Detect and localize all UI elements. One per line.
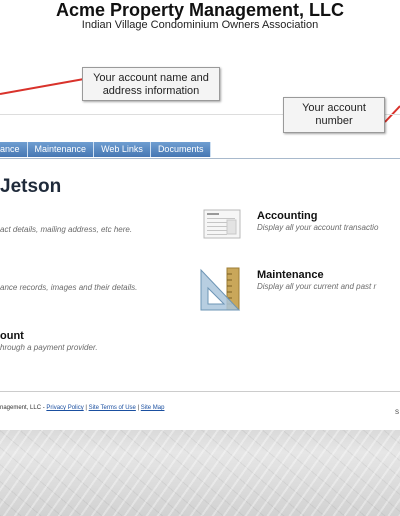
account-link-title[interactable]: ount xyxy=(0,330,24,343)
maintenance-title[interactable]: Maintenance xyxy=(257,269,324,282)
nav-tabs: ance Maintenance Web Links Documents xyxy=(0,142,212,158)
footer-copyright: nagement, LLC - xyxy=(0,405,45,411)
site-map-link[interactable]: Site Map xyxy=(141,405,165,411)
nav-bar: ance Maintenance Web Links Documents xyxy=(0,142,400,159)
footer-right-text: S xyxy=(395,410,400,416)
ruler-triangle-icon xyxy=(200,267,241,311)
accounting-icon xyxy=(203,209,241,239)
privacy-policy-link[interactable]: Privacy Policy xyxy=(46,405,83,411)
site-terms-link[interactable]: Site Terms of Use xyxy=(89,405,136,411)
footer-divider xyxy=(0,391,400,392)
arrow-to-name xyxy=(0,78,85,95)
footer-separator: | xyxy=(137,405,140,411)
maintenance-records-description: ance records, images and their details. xyxy=(0,283,138,292)
contact-description: act details, mailing address, etc here. xyxy=(0,225,133,234)
maintenance-description: Display all your current and past r xyxy=(257,282,377,291)
tab-finance[interactable]: ance xyxy=(0,142,28,157)
tab-maintenance[interactable]: Maintenance xyxy=(27,142,95,157)
tab-web-links[interactable]: Web Links xyxy=(94,142,151,157)
account-description: hrough a payment provider. xyxy=(0,343,98,352)
callout-account-number: Your account number xyxy=(283,97,385,133)
footer: nagement, LLC - Privacy Policy | Site Te… xyxy=(0,404,164,412)
owner-name: Jetson xyxy=(0,176,62,197)
callout-account-info: Your account name and address informatio… xyxy=(82,67,220,101)
tab-documents[interactable]: Documents xyxy=(150,142,212,157)
accounting-description: Display all your account transactio xyxy=(257,223,379,232)
accounting-title[interactable]: Accounting xyxy=(257,210,318,223)
footer-separator: | xyxy=(85,405,87,411)
page: Acme Property Management, LLC Indian Vil… xyxy=(0,0,400,430)
